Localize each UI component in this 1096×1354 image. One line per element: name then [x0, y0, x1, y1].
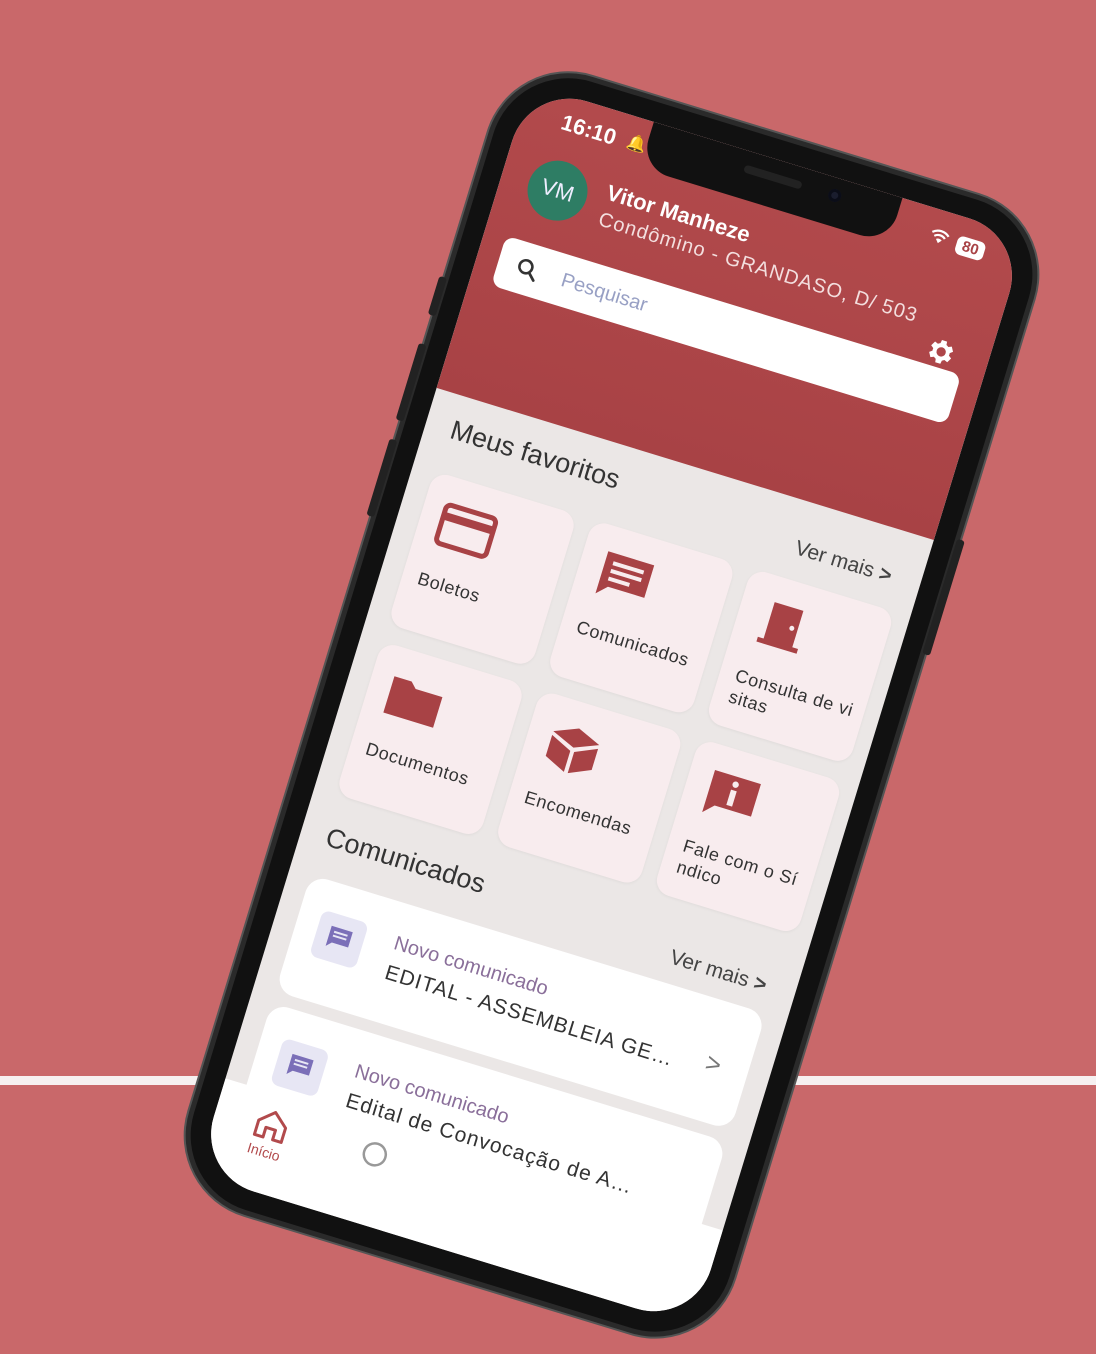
favorite-card-encomendas[interactable]: Encomendas	[494, 689, 685, 887]
avatar[interactable]: VM	[520, 153, 595, 229]
silent-switch	[427, 275, 448, 317]
favorite-card-consulta-visitas[interactable]: Consulta de visitas	[704, 567, 896, 765]
chevron-right-icon: >	[751, 971, 770, 997]
phone-screen: 16:10 🔔 80 VM Vitor Manheze Condômino - …	[196, 83, 1027, 1327]
favorite-label: Comunicados	[574, 616, 692, 671]
search-input[interactable]	[556, 267, 931, 404]
phone-mockup: 16:10 🔔 80 VM Vitor Manheze Condômino - …	[171, 58, 1052, 1352]
package-icon	[537, 716, 610, 783]
phone-frame: 16:10 🔔 80 VM Vitor Manheze Condômino - …	[171, 58, 1052, 1352]
tab-home[interactable]: Início	[244, 1103, 294, 1164]
bell-icon: 🔔	[624, 133, 649, 156]
status-icons: 80	[927, 226, 987, 263]
favorite-label: Boletos	[415, 568, 483, 607]
message-icon	[269, 1037, 330, 1098]
favorite-card-fale-sindico[interactable]: Fale com o Síndico	[652, 738, 844, 936]
see-more-label: Ver mais	[667, 945, 753, 992]
chevron-right-icon: >	[701, 1046, 726, 1081]
folder-icon	[378, 667, 451, 734]
favorite-label: Documentos	[363, 738, 472, 789]
volume-down-button	[366, 438, 398, 518]
wifi-icon	[927, 226, 952, 252]
message-icon	[309, 909, 370, 970]
door-icon	[747, 594, 820, 661]
search-icon	[510, 252, 545, 287]
favorite-label: Consulta de visitas	[726, 665, 856, 721]
favorite-label: Fale com o Síndico	[674, 835, 801, 890]
volume-up-button	[395, 342, 427, 422]
favorite-card-boletos[interactable]: Boletos	[387, 470, 578, 668]
circle-icon	[355, 1136, 393, 1176]
info-icon	[695, 764, 768, 831]
credit-card-icon	[430, 497, 503, 564]
favorites-see-more-link[interactable]: Ver mais>	[792, 536, 895, 588]
message-icon	[589, 546, 662, 613]
tab-second[interactable]	[355, 1136, 393, 1176]
battery-indicator: 80	[953, 235, 987, 262]
favorite-label: Encomendas	[522, 787, 635, 839]
see-more-label: Ver mais	[792, 536, 878, 583]
favorite-card-documentos[interactable]: Documentos	[335, 641, 526, 838]
favorite-card-comunicados[interactable]: Comunicados	[546, 519, 737, 717]
status-time: 16:10	[558, 109, 620, 150]
chevron-right-icon: >	[876, 562, 895, 588]
